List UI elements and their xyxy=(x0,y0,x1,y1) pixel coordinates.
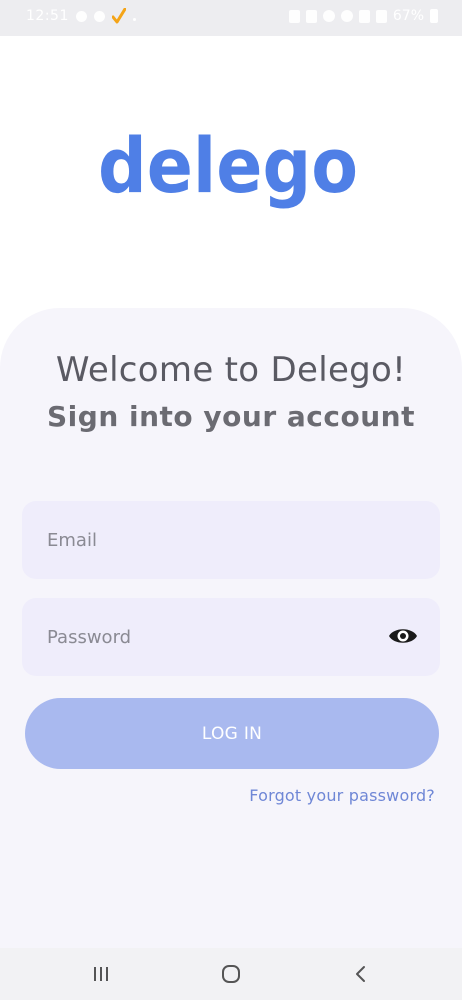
back-icon[interactable] xyxy=(349,962,373,986)
location-icon xyxy=(322,10,335,22)
eye-icon[interactable] xyxy=(388,624,418,648)
settings-icon xyxy=(75,10,87,22)
battery-icon xyxy=(430,9,438,23)
sim-icon xyxy=(288,9,300,23)
call-icon xyxy=(358,9,370,23)
status-left: 12:51 xyxy=(26,8,136,24)
password-input[interactable] xyxy=(22,598,440,676)
notification-dot-icon xyxy=(132,17,136,21)
battery-percentage: 67% xyxy=(392,8,424,24)
status-bar: 12:51 67% xyxy=(0,0,462,36)
email-input[interactable] xyxy=(22,501,440,579)
welcome-title: Welcome to Delego! xyxy=(55,350,407,390)
welcome-subtitle: Sign into your account xyxy=(47,400,415,433)
home-icon[interactable] xyxy=(219,962,243,986)
mute-icon xyxy=(305,9,317,23)
forgot-password-link[interactable]: Forgot your password? xyxy=(249,786,435,805)
password-field-container xyxy=(22,598,440,676)
navigation-bar xyxy=(0,948,462,1000)
recents-icon[interactable] xyxy=(89,962,113,986)
status-right: 67% xyxy=(288,8,438,24)
email-field-container xyxy=(22,501,440,579)
logo-text: delego xyxy=(98,128,358,210)
wifi-icon xyxy=(340,10,353,22)
login-button[interactable]: LOG IN xyxy=(25,698,439,769)
status-time: 12:51 xyxy=(26,8,69,24)
message-icon xyxy=(93,10,105,22)
delego-logo: delego xyxy=(98,128,358,210)
signal-icon xyxy=(375,9,387,23)
check-icon xyxy=(111,8,126,24)
